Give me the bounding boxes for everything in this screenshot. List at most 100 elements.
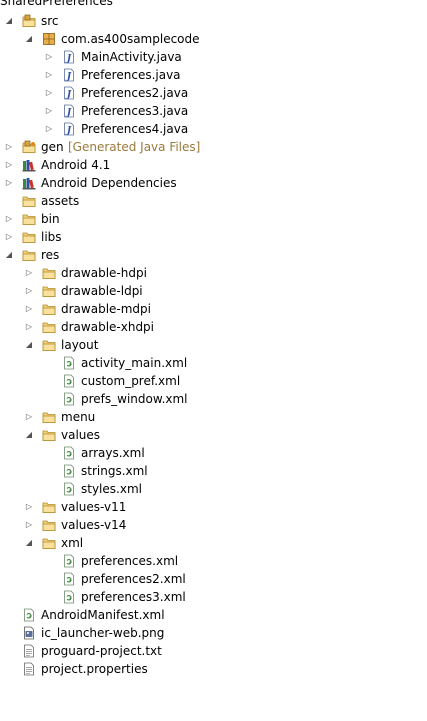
tree-item-label: MainActivity.java [81, 50, 182, 64]
tree-item-androidmanifest-xml[interactable]: AndroidManifest.xml [0, 606, 427, 624]
tree-item-assets[interactable]: assets [0, 192, 427, 210]
tree-item-mainactivity-java[interactable]: ▷ J MainActivity.java [0, 48, 427, 66]
tree-item-prefs-window-xml[interactable]: prefs_window.xml [0, 390, 427, 408]
tree-item-strings-xml[interactable]: strings.xml [0, 462, 427, 480]
tree-item-gen[interactable]: ▷ gen [Generated Java Files] [0, 138, 427, 156]
collapsed-arrow-icon[interactable]: ▷ [44, 102, 54, 120]
package-icon [42, 32, 56, 46]
svg-text:J: J [65, 54, 72, 64]
collapsed-arrow-icon[interactable]: ▷ [44, 84, 54, 102]
tree-item-label: arrays.xml [81, 446, 145, 460]
tree-item-android-4-1[interactable]: ▷ Android 4.1 [0, 156, 427, 174]
folder-icon [22, 212, 36, 226]
tree-item-ic-launcher-web-png[interactable]: ic_launcher-web.png [0, 624, 427, 642]
collapsed-arrow-icon[interactable]: ▷ [4, 174, 14, 192]
expanded-arrow-icon[interactable]: ◢ [24, 30, 34, 48]
tree-item-src[interactable]: ◢ src [0, 12, 427, 30]
library-icon [22, 176, 36, 190]
folder-icon [22, 248, 36, 262]
tree-item-values-v14[interactable]: ▷ values-v14 [0, 516, 427, 534]
tree-item-proguard-project-txt[interactable]: proguard-project.txt [0, 642, 427, 660]
tree-item-label: drawable-ldpi [61, 284, 143, 298]
tree-item-menu[interactable]: ▷ menu [0, 408, 427, 426]
expanded-arrow-icon[interactable]: ◢ [24, 426, 34, 444]
tree-item-label: Preferences4.java [81, 122, 189, 136]
tree-item-label: res [41, 248, 60, 262]
project-root-label[interactable]: SharedPreferences [0, 0, 113, 8]
svg-text:J: J [65, 72, 72, 82]
tree-item-label: strings.xml [81, 464, 148, 478]
tree-item-label: AndroidManifest.xml [41, 608, 165, 622]
tree-item-preferences4-java[interactable]: ▷ J Preferences4.java [0, 120, 427, 138]
xml-file-icon [62, 590, 76, 604]
tree-item-project-properties[interactable]: project.properties [0, 660, 427, 678]
collapsed-arrow-icon[interactable]: ▷ [24, 264, 34, 282]
tree-item-label: preferences2.xml [81, 572, 186, 586]
collapsed-arrow-icon[interactable]: ▷ [24, 408, 34, 426]
tree-item-layout[interactable]: ◢ layout [0, 336, 427, 354]
collapsed-arrow-icon[interactable]: ▷ [24, 516, 34, 534]
collapsed-arrow-icon[interactable]: ▷ [24, 318, 34, 336]
collapsed-arrow-icon[interactable]: ▷ [24, 282, 34, 300]
expanded-arrow-icon[interactable]: ◢ [4, 12, 14, 30]
collapsed-arrow-icon[interactable]: ▷ [4, 156, 14, 174]
tree-item-label: Preferences2.java [81, 86, 189, 100]
collapsed-arrow-icon[interactable]: ▷ [44, 48, 54, 66]
tree-item-com-as400samplecode[interactable]: ◢ com.as400samplecode [0, 30, 427, 48]
tree-item-label: values [61, 428, 101, 442]
tree-item-label: project.properties [41, 662, 148, 676]
tree-item-values-v11[interactable]: ▷ values-v11 [0, 498, 427, 516]
tree-item-label: styles.xml [81, 482, 142, 496]
tree-item-label: layout [61, 338, 99, 352]
collapsed-arrow-icon[interactable]: ▷ [44, 66, 54, 84]
svg-text:J: J [65, 108, 72, 118]
collapsed-arrow-icon[interactable]: ▷ [24, 498, 34, 516]
tree-item-custom-pref-xml[interactable]: custom_pref.xml [0, 372, 427, 390]
tree-item-bin[interactable]: ▷ bin [0, 210, 427, 228]
tree-item-xml[interactable]: ◢ xml [0, 534, 427, 552]
folder-icon [42, 536, 56, 550]
collapsed-arrow-icon[interactable]: ▷ [44, 120, 54, 138]
folder-icon [42, 500, 56, 514]
tree-item-libs[interactable]: ▷ libs [0, 228, 427, 246]
tree-item-drawable-hdpi[interactable]: ▷ drawable-hdpi [0, 264, 427, 282]
tree-item-res[interactable]: ◢ res [0, 246, 427, 264]
project-explorer-tree: ◢ src ◢ com.as400samplecode ▷ J MainActivity.j… [0, 12, 427, 678]
xml-file-icon [62, 356, 76, 370]
tree-item-drawable-mdpi[interactable]: ▷ drawable-mdpi [0, 300, 427, 318]
tree-item-label: drawable-hdpi [61, 266, 147, 280]
collapsed-arrow-icon[interactable]: ▷ [4, 210, 14, 228]
tree-item-styles-xml[interactable]: styles.xml [0, 480, 427, 498]
source-folder-icon [22, 14, 36, 28]
expanded-arrow-icon[interactable]: ◢ [24, 534, 34, 552]
folder-icon [42, 410, 56, 424]
svg-text:J: J [65, 90, 72, 100]
tree-item-values[interactable]: ◢ values [0, 426, 427, 444]
tree-item-label: proguard-project.txt [41, 644, 162, 658]
tree-item-preferences2-xml[interactable]: preferences2.xml [0, 570, 427, 588]
tree-item-drawable-xhdpi[interactable]: ▷ drawable-xhdpi [0, 318, 427, 336]
expanded-arrow-icon[interactable]: ◢ [4, 246, 14, 264]
tree-item-drawable-ldpi[interactable]: ▷ drawable-ldpi [0, 282, 427, 300]
tree-item-arrays-xml[interactable]: arrays.xml [0, 444, 427, 462]
xml-file-icon [62, 572, 76, 586]
tree-item-preferences2-java[interactable]: ▷ J Preferences2.java [0, 84, 427, 102]
collapsed-arrow-icon[interactable]: ▷ [24, 300, 34, 318]
svg-text:J: J [65, 126, 72, 136]
tree-item-android-dependencies[interactable]: ▷ Android Dependencies [0, 174, 427, 192]
folder-icon [22, 230, 36, 244]
tree-item-label: assets [41, 194, 80, 208]
tree-item-activity-main-xml[interactable]: activity_main.xml [0, 354, 427, 372]
collapsed-arrow-icon[interactable]: ▷ [4, 228, 14, 246]
collapsed-arrow-icon[interactable]: ▷ [4, 138, 14, 156]
tree-item-preferences3-java[interactable]: ▷ J Preferences3.java [0, 102, 427, 120]
tree-item-label: Preferences3.java [81, 104, 189, 118]
expanded-arrow-icon[interactable]: ◢ [24, 336, 34, 354]
image-file-icon [22, 626, 36, 640]
tree-item-label: Preferences.java [81, 68, 181, 82]
java-file-icon: J [62, 122, 76, 136]
tree-item-preferences-java[interactable]: ▷ J Preferences.java [0, 66, 427, 84]
tree-item-label: com.as400samplecode [61, 32, 200, 46]
tree-item-preferences-xml[interactable]: preferences.xml [0, 552, 427, 570]
tree-item-preferences3-xml[interactable]: preferences3.xml [0, 588, 427, 606]
